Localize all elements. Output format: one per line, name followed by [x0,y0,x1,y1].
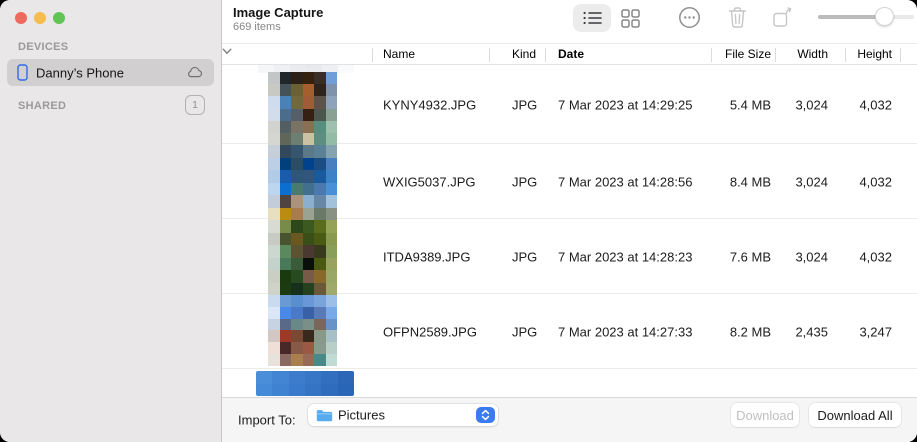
image-capture-window: DEVICES Danny’s Phone SHARED 1 Image Cap… [0,0,917,442]
import-destination-select[interactable]: Pictures [308,404,498,426]
file-width: 3,024 [795,174,828,189]
table-header: Name Kind Date File Size Width Height [222,43,917,65]
list-view-button[interactable] [573,4,611,32]
file-width: 3,024 [795,97,828,112]
download-button[interactable]: Download [731,403,799,427]
column-header-date[interactable]: Date [558,47,584,61]
photo-thumbnail[interactable] [268,295,337,366]
trash-icon [728,7,747,28]
file-width: 2,435 [795,324,828,339]
rotate-button[interactable] [771,6,794,34]
file-size: 8.2 MB [729,324,771,339]
shared-section-label: SHARED [18,100,67,112]
grid-view-icon [621,9,640,28]
close-window-button[interactable] [15,12,27,24]
delete-button[interactable] [727,6,748,34]
file-name: WXIG5037.JPG [383,174,476,189]
file-width: 3,024 [795,249,828,264]
column-divider [845,48,846,62]
select-stepper-icon[interactable] [476,407,495,423]
photo-thumbnail[interactable] [268,145,337,220]
column-divider [900,48,901,62]
file-size: 8.4 MB [729,174,771,189]
file-size: 5.4 MB [729,97,771,112]
file-date: 7 Mar 2023 at 14:28:56 [558,174,693,189]
photo-thumbnail-partial-bottom[interactable] [256,371,354,396]
file-kind: JPG [512,324,538,339]
zoom-slider-knob[interactable] [875,7,894,26]
page-title: Image Capture [233,5,324,20]
file-height: 3,247 [859,324,892,339]
column-divider [489,48,490,62]
download-all-button[interactable]: Download All [809,403,901,427]
chevron-down-icon[interactable] [222,48,232,55]
column-header-width[interactable]: Width [797,47,828,61]
file-name: KYNY4932.JPG [383,97,477,112]
file-date: 7 Mar 2023 at 14:27:33 [558,324,693,339]
content-area: Image Capture 669 items Name Kind Date F… [222,0,917,442]
file-height: 4,032 [859,249,892,264]
file-date: 7 Mar 2023 at 14:28:23 [558,249,693,264]
import-to-label: Import To: [238,412,296,428]
more-actions-button[interactable] [676,4,703,36]
column-divider [711,48,712,62]
file-date: 7 Mar 2023 at 14:29:25 [558,97,693,112]
grid-view-button[interactable] [621,9,640,33]
device-name-label: Danny’s Phone [36,65,124,80]
photo-thumbnail[interactable] [268,220,337,295]
file-height: 4,032 [859,97,892,112]
column-header-height[interactable]: Height [857,47,892,61]
zoom-slider[interactable] [818,7,914,26]
file-kind: JPG [512,249,538,264]
iphone-icon [17,64,28,81]
cloud-icon [188,66,203,78]
minimize-window-button[interactable] [34,12,46,24]
column-divider [775,48,776,62]
more-icon [679,7,700,28]
sidebar-item-dannys-phone[interactable]: Danny’s Phone [7,59,214,86]
column-header-name[interactable]: Name [383,47,415,61]
sidebar: DEVICES Danny’s Phone SHARED 1 [0,0,222,442]
folder-icon [316,410,333,422]
column-header-file-size[interactable]: File Size [725,47,771,61]
item-count-label: 669 items [233,21,281,33]
footer-bar: Import To: Pictures Download Download Al… [222,397,917,442]
zoom-window-button[interactable] [53,12,65,24]
file-kind: JPG [512,174,538,189]
column-divider [372,48,373,62]
shared-count-badge[interactable]: 1 [185,95,205,115]
file-name: OFPN2589.JPG [383,324,477,339]
rotate-icon [773,7,792,27]
file-name: ITDA9389.JPG [383,249,471,264]
column-header-kind[interactable]: Kind [512,47,536,61]
list-view-icon [583,11,602,25]
devices-section-label: DEVICES [18,41,69,53]
column-divider [545,48,546,62]
file-kind: JPG [512,97,538,112]
photo-thumbnail[interactable] [268,72,337,145]
import-destination-value: Pictures [338,407,385,423]
file-height: 4,032 [859,174,892,189]
file-size: 7.6 MB [729,249,771,264]
